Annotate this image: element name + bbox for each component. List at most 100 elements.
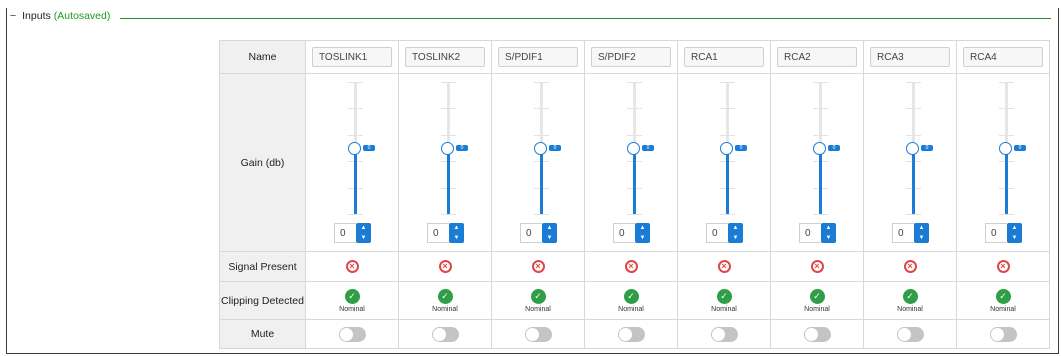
chevron-up-icon[interactable]: ▲ [361,225,367,231]
slider-tick [813,214,828,215]
chevron-up-icon[interactable]: ▲ [547,225,553,231]
gain-input[interactable] [520,223,542,243]
gain-input[interactable] [427,223,449,243]
stepper-buttons[interactable]: ▲ ▼ [635,223,650,243]
clipping-cell: ✓ Nominal [956,281,1050,320]
chevron-up-icon[interactable]: ▲ [826,225,832,231]
gain-input[interactable] [334,223,356,243]
chevron-down-icon[interactable]: ▼ [1012,235,1018,241]
chevron-up-icon[interactable]: ▲ [1012,225,1018,231]
gain-stepper[interactable]: ▲▼ [613,223,650,243]
stepper-buttons[interactable]: ▲ ▼ [914,223,929,243]
channel-name-cell [863,40,957,74]
gain-stepper[interactable]: ▲▼ [892,223,929,243]
section-legend[interactable]: − Inputs (Autosaved) [10,10,117,22]
chevron-down-icon[interactable]: ▼ [919,235,925,241]
clipping-status-label: Nominal [897,305,923,313]
chevron-down-icon[interactable]: ▼ [640,235,646,241]
mute-toggle[interactable] [431,326,459,342]
gain-stepper[interactable]: ▲▼ [520,223,557,243]
mute-cell [677,319,771,349]
gain-slider[interactable]: 0▲▼ [399,74,491,251]
chevron-down-icon[interactable]: ▼ [454,235,460,241]
gain-input[interactable] [892,223,914,243]
slider-thumb[interactable] [720,142,733,155]
mute-toggle[interactable] [338,326,366,342]
stepper-buttons[interactable]: ▲ ▼ [728,223,743,243]
slider-tick [441,134,456,136]
channel-name-input[interactable] [963,47,1043,67]
gain-cell: 0▲▼ [584,73,678,252]
chevron-down-icon[interactable]: ▼ [361,235,367,241]
mute-toggle[interactable] [989,326,1017,342]
slider-value-tag: 0 [921,145,933,151]
row-gain: Gain (db) 0▲▼0▲▼0▲▼0▲▼0▲▼0▲▼0▲▼0▲▼ [219,73,1050,252]
chevron-up-icon[interactable]: ▲ [454,225,460,231]
slider-tick [906,134,921,136]
channel-name-input[interactable] [870,47,950,67]
slider-tick [534,108,549,110]
slider-tick [534,82,549,83]
chevron-up-icon[interactable]: ▲ [733,225,739,231]
slider-thumb[interactable] [999,142,1012,155]
slider-thumb[interactable] [813,142,826,155]
collapse-toggle-icon[interactable]: − [10,10,16,22]
slider-thumb[interactable] [906,142,919,155]
gain-slider[interactable]: 0▲▼ [492,74,584,251]
gain-slider[interactable]: 0▲▼ [771,74,863,251]
chevron-down-icon[interactable]: ▼ [826,235,832,241]
mute-toggle[interactable] [896,326,924,342]
chevron-down-icon[interactable]: ▼ [733,235,739,241]
chevron-up-icon[interactable]: ▲ [919,225,925,231]
slider-fill [447,148,450,214]
gain-slider[interactable]: 0▲▼ [864,74,956,251]
channel-name-input[interactable] [777,47,857,67]
gain-slider[interactable]: 0▲▼ [678,74,770,251]
gain-stepper[interactable]: ▲▼ [985,223,1022,243]
gain-stepper[interactable]: ▲▼ [427,223,464,243]
stepper-buttons[interactable]: ▲ ▼ [449,223,464,243]
slider-thumb[interactable] [534,142,547,155]
slider-thumb[interactable] [627,142,640,155]
gain-stepper[interactable]: ▲▼ [799,223,836,243]
gain-stepper[interactable]: ▲▼ [334,223,371,243]
mute-toggle[interactable] [524,326,552,342]
slider-thumb[interactable] [348,142,361,155]
channel-name-input[interactable] [498,47,578,67]
slider-value-tag: 0 [363,145,375,151]
gain-stepper[interactable]: ▲▼ [706,223,743,243]
gain-slider[interactable]: 0▲▼ [957,74,1049,251]
stepper-buttons[interactable]: ▲ ▼ [1007,223,1022,243]
slider-thumb[interactable] [441,142,454,155]
check-circle-icon: ✓ [902,288,918,304]
clipping-status-label: Nominal [711,305,737,313]
stepper-buttons[interactable]: ▲ ▼ [542,223,557,243]
gain-input[interactable] [985,223,1007,243]
slider-tick [720,82,735,83]
mute-toggle[interactable] [710,326,738,342]
slider-tick [348,214,363,215]
slider-value-tag: 0 [549,145,561,151]
chevron-down-icon[interactable]: ▼ [547,235,553,241]
slider-fill [819,148,822,214]
gain-input[interactable] [706,223,728,243]
mute-toggle[interactable] [803,326,831,342]
mute-toggle[interactable] [617,326,645,342]
channel-name-input[interactable] [405,47,485,67]
row-signal-present: Signal Present × × × × × × × × [219,251,1050,282]
stepper-buttons[interactable]: ▲ ▼ [821,223,836,243]
channel-name-input[interactable] [591,47,671,67]
gain-slider[interactable]: 0▲▼ [306,74,398,251]
toggle-knob [711,327,725,341]
gain-slider[interactable]: 0▲▼ [585,74,677,251]
stepper-buttons[interactable]: ▲ ▼ [356,223,371,243]
gain-input[interactable] [613,223,635,243]
check-circle-icon: ✓ [623,288,639,304]
signal-present-cell: × [584,251,678,282]
channel-name-input[interactable] [684,47,764,67]
channel-name-cell [584,40,678,74]
channel-name-input[interactable] [312,47,392,67]
x-circle-icon: × [438,260,452,273]
chevron-up-icon[interactable]: ▲ [640,225,646,231]
gain-input[interactable] [799,223,821,243]
